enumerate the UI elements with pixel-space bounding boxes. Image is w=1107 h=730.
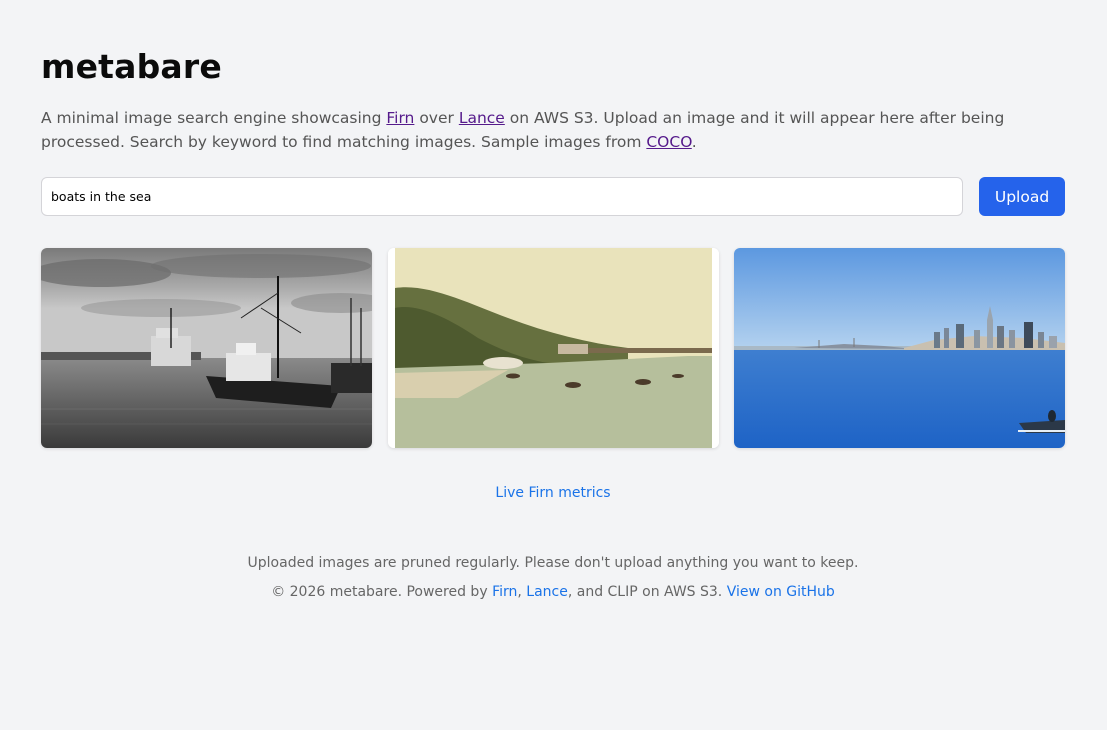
result-image-bay[interactable] bbox=[734, 248, 1065, 448]
coco-link[interactable]: COCO bbox=[646, 133, 691, 151]
result-image-harbor[interactable] bbox=[41, 248, 372, 448]
river-photo bbox=[388, 248, 719, 448]
firn-metrics-link[interactable]: Live Firn metrics bbox=[495, 485, 610, 501]
results-grid bbox=[41, 248, 1065, 448]
footer: Uploaded images are pruned regularly. Pl… bbox=[41, 549, 1065, 607]
search-input[interactable] bbox=[41, 177, 963, 216]
footer-notice: Uploaded images are pruned regularly. Pl… bbox=[247, 555, 859, 571]
bay-photo bbox=[734, 248, 1065, 448]
github-link[interactable]: View on GitHub bbox=[727, 584, 835, 600]
intro-text: A minimal image search engine showcasing… bbox=[41, 109, 1005, 151]
page-title: metabare bbox=[41, 47, 222, 86]
metrics-section: Live Firn metrics bbox=[41, 485, 1065, 501]
upload-button[interactable]: Upload bbox=[979, 177, 1065, 216]
page: metabare A minimal image search engine s… bbox=[0, 0, 1107, 730]
result-image-river[interactable] bbox=[388, 248, 719, 448]
harbor-photo bbox=[41, 248, 372, 448]
footer-copyright: © 2026 metabare. Powered by Firn, Lance,… bbox=[271, 584, 835, 600]
footer-lance-link[interactable]: Lance bbox=[526, 584, 568, 600]
lance-link[interactable]: Lance bbox=[459, 109, 505, 127]
firn-link[interactable]: Firn bbox=[386, 109, 414, 127]
footer-firn-link[interactable]: Firn bbox=[492, 584, 517, 600]
